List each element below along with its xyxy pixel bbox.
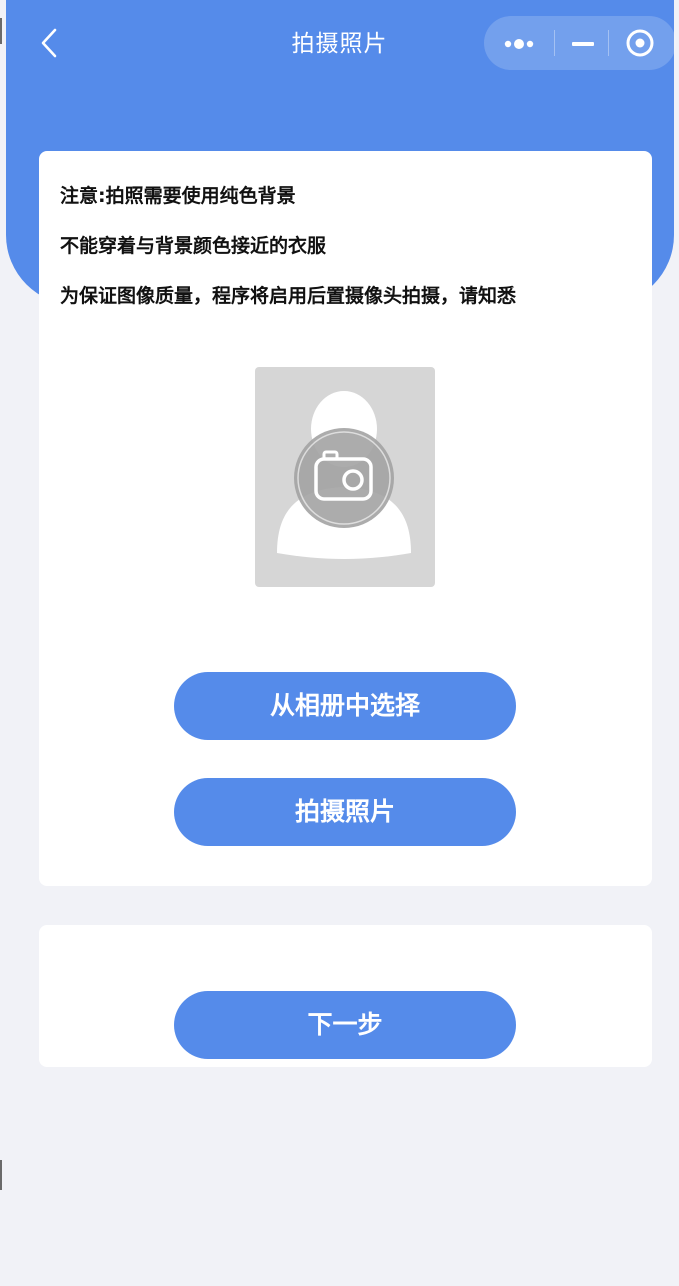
camera-icon bbox=[294, 428, 394, 528]
person-silhouette bbox=[277, 391, 411, 559]
notice-line-camera: 为保证图像质量，程序将启用后置摄像头拍摄，请知悉 bbox=[60, 285, 517, 307]
target-circle-icon bbox=[626, 29, 654, 57]
photo-placeholder[interactable] bbox=[255, 367, 435, 587]
more-dots-icon bbox=[504, 39, 534, 49]
capsule-divider bbox=[554, 30, 555, 56]
navigation-bar: 拍摄照片 bbox=[0, 0, 679, 88]
capsule-divider bbox=[608, 30, 609, 56]
take-photo-button[interactable]: 拍摄照片 bbox=[174, 778, 516, 846]
notice-line-clothing: 不能穿着与背景颜色接近的衣服 bbox=[60, 235, 327, 257]
notice-line-background: 注意:拍照需要使用纯色背景 bbox=[60, 185, 296, 207]
choose-from-album-button[interactable]: 从相册中选择 bbox=[174, 672, 516, 740]
next-step-card: 下一步 bbox=[39, 925, 652, 1067]
more-button[interactable] bbox=[484, 16, 554, 70]
photo-guide-card: 注意:拍照需要使用纯色背景 不能穿着与背景颜色接近的衣服 为保证图像质量，程序将… bbox=[39, 151, 652, 886]
next-step-button[interactable]: 下一步 bbox=[174, 991, 516, 1059]
minimize-icon bbox=[572, 42, 594, 46]
photo-capture-screen: 拍摄照片 注意:拍照需要使用纯色背景 不能穿着与背景颜色接近的衣服 为保证图像质… bbox=[0, 0, 679, 1286]
close-button[interactable] bbox=[610, 16, 674, 70]
minimize-button[interactable] bbox=[556, 16, 608, 70]
edge-mark bbox=[0, 18, 2, 44]
mini-program-capsule bbox=[484, 16, 676, 70]
edge-mark bbox=[0, 1160, 2, 1190]
